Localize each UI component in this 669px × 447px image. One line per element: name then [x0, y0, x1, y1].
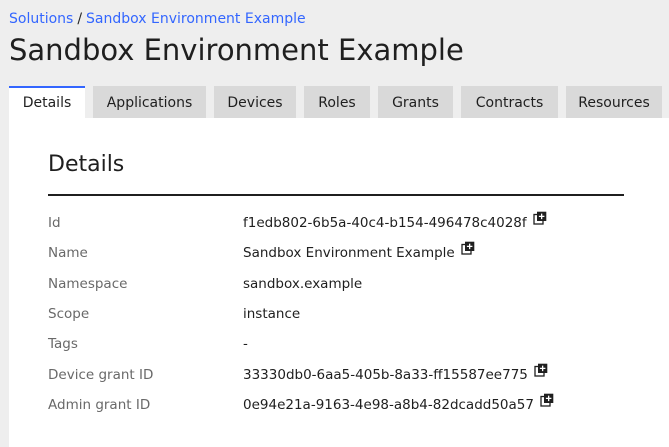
- id-value: f1edb802-6b5a-40c4-b154-496478c4028f: [243, 215, 527, 231]
- property-value: sandbox.example: [243, 276, 363, 292]
- tab-applications[interactable]: Applications: [93, 86, 206, 118]
- breadcrumb: Solutions / Sandbox Environment Example: [9, 9, 306, 29]
- property-value: 33330db0-6aa5-405b-8a33-ff15587ee775: [243, 363, 548, 386]
- tab-label: Contracts: [475, 95, 544, 111]
- property-row-tags: Tags -: [48, 333, 648, 355]
- tab-devices[interactable]: Devices: [214, 86, 296, 118]
- property-row-id: Id f1edb802-6b5a-40c4-b154-496478c4028f: [48, 211, 648, 234]
- details-panel: Details Id f1edb802-6b5a-40c4-b154-49647…: [9, 118, 669, 447]
- tab-grants[interactable]: Grants: [378, 86, 453, 118]
- tab-label: Applications: [106, 95, 193, 111]
- property-row-scope: Scope instance: [48, 303, 648, 325]
- tab-bar: Details Applications Devices Roles Grant…: [9, 86, 669, 120]
- property-value: instance: [243, 306, 301, 322]
- property-row-name: Name Sandbox Environment Example: [48, 241, 648, 264]
- breadcrumb-link-solutions[interactable]: Solutions: [9, 11, 73, 27]
- copy-icon[interactable]: [533, 211, 546, 228]
- name-value: Sandbox Environment Example: [243, 245, 455, 261]
- property-label: Admin grant ID: [48, 397, 151, 413]
- tab-label: Roles: [318, 95, 356, 111]
- copy-icon[interactable]: [534, 363, 548, 380]
- page-title: Sandbox Environment Example: [9, 33, 464, 67]
- admin-grant-id-value: 0e94e21a-9163-4e98-a8b4-82dcadd50a57: [243, 397, 534, 413]
- tab-label: Devices: [227, 95, 283, 111]
- tab-roles[interactable]: Roles: [304, 86, 370, 118]
- property-row-admin-grant-id: Admin grant ID 0e94e21a-9163-4e98-a8b4-8…: [48, 393, 648, 416]
- property-label: Id: [48, 215, 61, 231]
- property-label: Namespace: [48, 276, 128, 292]
- section-title: Details: [48, 152, 125, 177]
- tab-resources[interactable]: Resources: [566, 86, 662, 118]
- copy-icon[interactable]: [461, 241, 475, 258]
- breadcrumb-separator: /: [77, 11, 83, 27]
- property-label: Name: [48, 245, 88, 261]
- tab-label: Details: [22, 95, 72, 111]
- property-row-device-grant-id: Device grant ID 33330db0-6aa5-405b-8a33-…: [48, 363, 648, 386]
- device-grant-id-value: 33330db0-6aa5-405b-8a33-ff15587ee775: [243, 367, 528, 383]
- section-divider: [48, 194, 624, 196]
- copy-icon[interactable]: [540, 393, 554, 410]
- breadcrumb-link-current[interactable]: Sandbox Environment Example: [86, 11, 306, 27]
- tab-label: Resources: [578, 95, 650, 111]
- property-label: Device grant ID: [48, 367, 154, 383]
- property-label: Scope: [48, 306, 90, 322]
- tab-contracts[interactable]: Contracts: [461, 86, 558, 118]
- tab-label: Grants: [392, 95, 439, 111]
- property-value: Sandbox Environment Example: [243, 241, 475, 264]
- property-value: 0e94e21a-9163-4e98-a8b4-82dcadd50a57: [243, 393, 554, 416]
- tab-details[interactable]: Details: [9, 86, 85, 120]
- property-label: Tags: [48, 336, 78, 352]
- property-row-namespace: Namespace sandbox.example: [48, 273, 648, 295]
- property-value: f1edb802-6b5a-40c4-b154-496478c4028f: [243, 211, 546, 234]
- property-value: -: [243, 336, 248, 352]
